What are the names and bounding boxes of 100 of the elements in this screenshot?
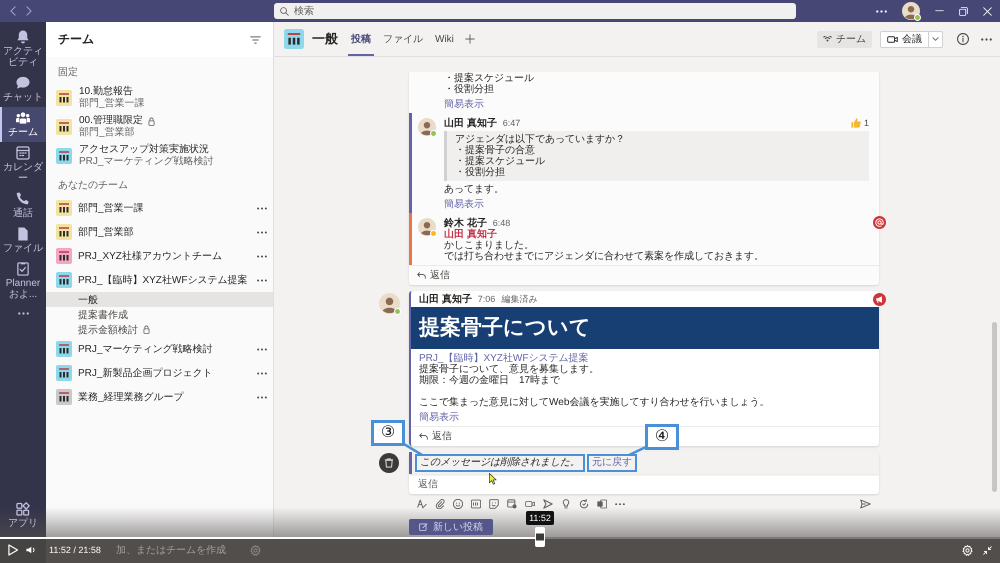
reply-button[interactable]: 返信 — [419, 429, 452, 443]
reply-button[interactable]: 返信 — [417, 268, 450, 282]
filter-icon[interactable] — [250, 36, 261, 44]
more-icon[interactable] — [257, 206, 267, 210]
team-item[interactable]: PRJ_【臨時】XYZ社WFシステム提案 — [46, 268, 273, 292]
channel-title: 一般 — [312, 30, 338, 48]
more-icon[interactable] — [615, 502, 625, 506]
app-bar-button[interactable]: チャット — [0, 72, 46, 107]
quote-text: アジェンダは以下であっていますか？ — [455, 134, 626, 145]
avatar-icon — [379, 293, 400, 314]
close-icon[interactable] — [983, 6, 992, 16]
undo-link[interactable]: 元に戻す — [587, 454, 637, 472]
video-camera-icon — [887, 36, 898, 42]
more-icon[interactable] — [257, 348, 267, 350]
reply-field[interactable]: 返信 — [409, 474, 879, 494]
play-icon[interactable] — [8, 544, 18, 556]
restore-icon[interactable] — [959, 6, 968, 16]
show-less-link[interactable]: 簡易表示 — [419, 412, 459, 423]
bell-icon — [16, 30, 30, 44]
forward-icon[interactable] — [26, 6, 32, 16]
quote-text: ・提案スケジュール — [455, 156, 546, 167]
more-icon[interactable] — [257, 254, 267, 258]
message-text: ・提案スケジュール — [444, 73, 535, 84]
send-icon[interactable] — [860, 499, 871, 509]
app-bar-button[interactable]: カレンダー — [0, 142, 46, 188]
channel-item[interactable]: 提示金額検討 — [46, 322, 273, 337]
more-icon[interactable] — [981, 38, 992, 40]
loop-icon[interactable] — [579, 499, 589, 509]
team-item[interactable]: 業務_経理業務グループ — [46, 385, 273, 409]
meet-button[interactable]: 会議 — [880, 30, 929, 48]
search-icon — [280, 6, 289, 16]
more-icon[interactable] — [257, 396, 267, 398]
info-icon[interactable] — [957, 33, 969, 45]
document-icon[interactable] — [597, 499, 607, 509]
author-name: 鈴木 花子 — [444, 216, 487, 228]
show-less-link[interactable]: 簡易表示 — [444, 199, 484, 210]
section-heading: あなたのチーム — [57, 179, 129, 193]
team-item[interactable]: PRJ_新製品企画プロジェクト — [46, 361, 273, 385]
app-bar-button[interactable]: チーム — [0, 107, 46, 142]
callout-number: ④ — [645, 424, 679, 450]
team-item[interactable]: PRJ_マーケティング戦略検討 — [46, 337, 273, 361]
mention[interactable]: 山田 真知子 — [444, 229, 869, 240]
scrubber-handle[interactable] — [535, 527, 545, 547]
more-icon[interactable] — [257, 372, 267, 374]
file-icon — [16, 227, 30, 241]
format-text-icon[interactable] — [417, 499, 427, 509]
minimize-icon[interactable] — [935, 10, 944, 12]
wifi-icon — [823, 36, 832, 42]
show-less-link[interactable]: 簡易表示 — [444, 99, 484, 110]
tab[interactable]: Wiki — [432, 22, 457, 56]
more-icon[interactable] — [18, 312, 28, 315]
video-camera-icon[interactable] — [525, 499, 535, 509]
meet-options-button[interactable] — [929, 30, 943, 48]
app-bar-button[interactable]: ファイル — [0, 223, 46, 258]
team-item[interactable]: PRJ_XYZ社様アカウントチーム — [46, 244, 273, 268]
app-bar-button[interactable]: アクティビティ — [0, 26, 46, 72]
volume-icon[interactable] — [26, 546, 35, 554]
back-icon[interactable] — [10, 6, 16, 16]
message-text: ここで集まった意見に対してWeb会議を実施してすり合わせを行いましょう。 — [419, 397, 770, 408]
exit-fullscreen-icon[interactable] — [983, 546, 992, 554]
app-bar-button[interactable]: Planner およ... — [0, 258, 46, 304]
emoji-icon[interactable] — [453, 499, 463, 509]
lightbulb-icon[interactable] — [561, 499, 571, 509]
trash-icon — [379, 453, 399, 473]
tab[interactable]: ファイル — [380, 22, 426, 56]
paperclip-icon[interactable] — [435, 499, 445, 509]
leader-line — [628, 446, 647, 456]
plus-icon[interactable] — [464, 34, 475, 44]
tab[interactable]: 投稿 — [348, 22, 374, 56]
callout-number: ③ — [371, 420, 405, 446]
quote-text: ・役割分担 — [455, 167, 506, 178]
leader-line — [403, 443, 423, 456]
author-name: 山田 真知子 — [419, 292, 472, 306]
team-item[interactable]: 部門_営業一課 — [46, 196, 273, 220]
more-icon[interactable] — [257, 278, 267, 282]
pinned-channel-item[interactable]: 00.管理職限定 部門_営業部 — [46, 112, 273, 141]
clipboard-check-icon — [16, 262, 30, 276]
calendar-icon — [16, 146, 30, 160]
search-field[interactable]: 検索 — [274, 3, 796, 19]
mouse-pointer-icon — [489, 473, 497, 485]
sticker-icon[interactable] — [489, 499, 499, 509]
pinned-channel-item[interactable]: 10.勤怠報告 部門_営業一課 — [46, 83, 273, 112]
more-icon[interactable] — [876, 10, 887, 12]
pinned-channel-item[interactable]: アクセスアップ対策実施状況 PRJ_マーケティング戦略検討 — [46, 141, 273, 170]
scrollbar[interactable] — [992, 322, 997, 492]
new-post-button[interactable]: 新しい投稿 — [409, 519, 493, 535]
app-bar-button[interactable]: アプリ — [0, 498, 46, 533]
box-icon[interactable] — [471, 499, 481, 509]
team-item[interactable]: 部門_営業部 — [46, 220, 273, 244]
arrow-icon[interactable] — [543, 499, 553, 509]
channel-item[interactable]: 提案書作成 — [46, 307, 273, 322]
time-tooltip: 11:52 — [526, 511, 554, 525]
calendar-icon[interactable] — [507, 499, 517, 509]
more-icon[interactable] — [257, 230, 267, 234]
team-button[interactable]: チーム — [817, 30, 872, 48]
app-bar-button[interactable]: 通話 — [0, 188, 46, 223]
compose-icon — [419, 523, 428, 531]
section-heading: 固定 — [57, 66, 79, 80]
channel-item[interactable]: 一般 — [46, 292, 273, 307]
channel-link[interactable]: PRJ_【臨時】XYZ社WFシステム提案 — [419, 353, 588, 364]
